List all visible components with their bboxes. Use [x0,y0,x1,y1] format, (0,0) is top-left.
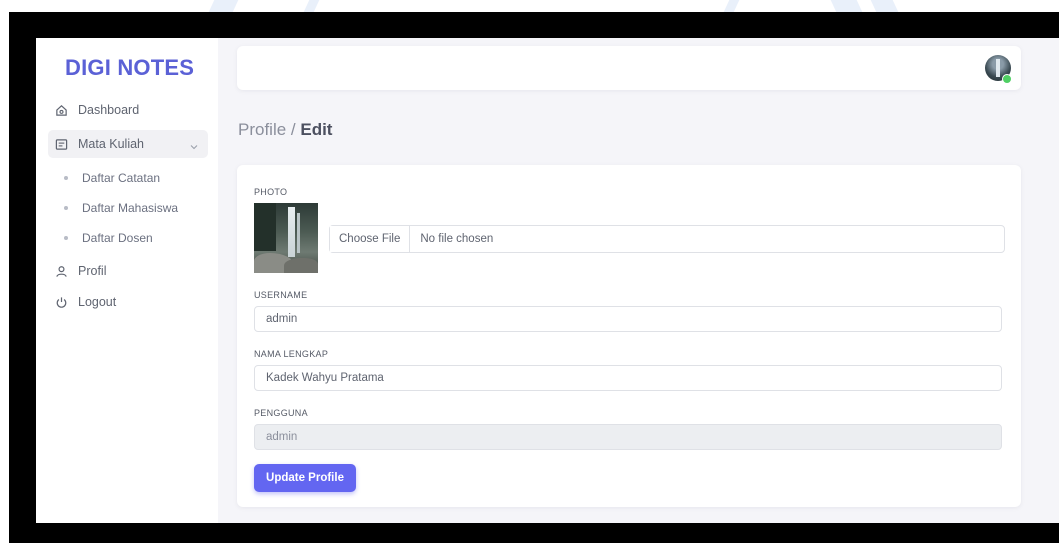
online-status-icon [1002,74,1012,84]
avatar-image [996,59,1000,77]
bullet-icon [64,176,68,180]
breadcrumb-parent: Profile / [238,120,301,139]
sidebar-subitem-label: Daftar Dosen [82,231,153,245]
notes-icon [54,137,68,151]
sidebar-item-label: Dashboard [78,103,140,117]
role-label: PENGGUNA [254,408,308,418]
photo-detail [254,203,276,251]
bullet-icon [64,206,68,210]
sidebar-subitem-daftar-mahasiswa[interactable]: Daftar Mahasiswa [64,198,178,218]
app-window: DIGI NOTES Dashboard Mata Kuliah Daftar … [36,38,1059,523]
choose-file-button[interactable]: Choose File [330,226,411,252]
fullname-field[interactable]: Kadek Wahyu Pratama [254,365,1002,391]
sidebar-item-profil[interactable]: Profil [48,257,208,285]
photo-detail [297,213,300,253]
username-value: admin [266,313,298,325]
photo-label: PHOTO [254,187,288,197]
fullname-value: Kadek Wahyu Pratama [266,372,384,384]
brand-logo[interactable]: DIGI NOTES [65,55,194,81]
home-icon [54,103,68,117]
sidebar-item-dashboard[interactable]: Dashboard [48,96,208,124]
power-icon [54,295,68,309]
sidebar-subitem-label: Daftar Mahasiswa [82,201,179,215]
profile-photo [254,203,318,273]
username-field[interactable]: admin [254,306,1002,332]
user-icon [54,264,68,278]
sidebar-item-logout[interactable]: Logout [48,288,208,316]
photo-detail [288,207,295,257]
role-value: admin [266,431,298,443]
file-status-text: No file chosen [420,233,494,245]
sidebar-item-label: Profil [78,264,107,278]
role-field: admin [254,424,1002,450]
sidebar-subitem-daftar-catatan[interactable]: Daftar Catatan [64,168,160,188]
sidebar-subitem-daftar-dosen[interactable]: Daftar Dosen [64,228,153,248]
fullname-label: NAMA LENGKAP [254,349,329,359]
breadcrumb: Profile / Edit [238,120,332,140]
photo-file-input[interactable]: Choose File No file chosen [329,225,1005,253]
sidebar-item-label: Mata Kuliah [78,137,145,151]
sidebar-item-label: Logout [78,295,117,309]
bullet-icon [64,236,68,240]
top-navbar [237,46,1021,90]
photo-detail [284,258,318,273]
sidebar: DIGI NOTES Dashboard Mata Kuliah Daftar … [36,38,218,523]
page-title: Edit [300,120,333,139]
username-label: USERNAME [254,290,308,300]
profile-edit-card: PHOTO Choose File No file chosen USERNAM… [237,165,1021,507]
update-profile-button[interactable]: Update Profile [254,464,356,492]
chevron-down-icon [190,139,198,153]
sidebar-item-mata-kuliah[interactable]: Mata Kuliah [48,130,208,158]
sidebar-subitem-label: Daftar Catatan [82,171,161,185]
